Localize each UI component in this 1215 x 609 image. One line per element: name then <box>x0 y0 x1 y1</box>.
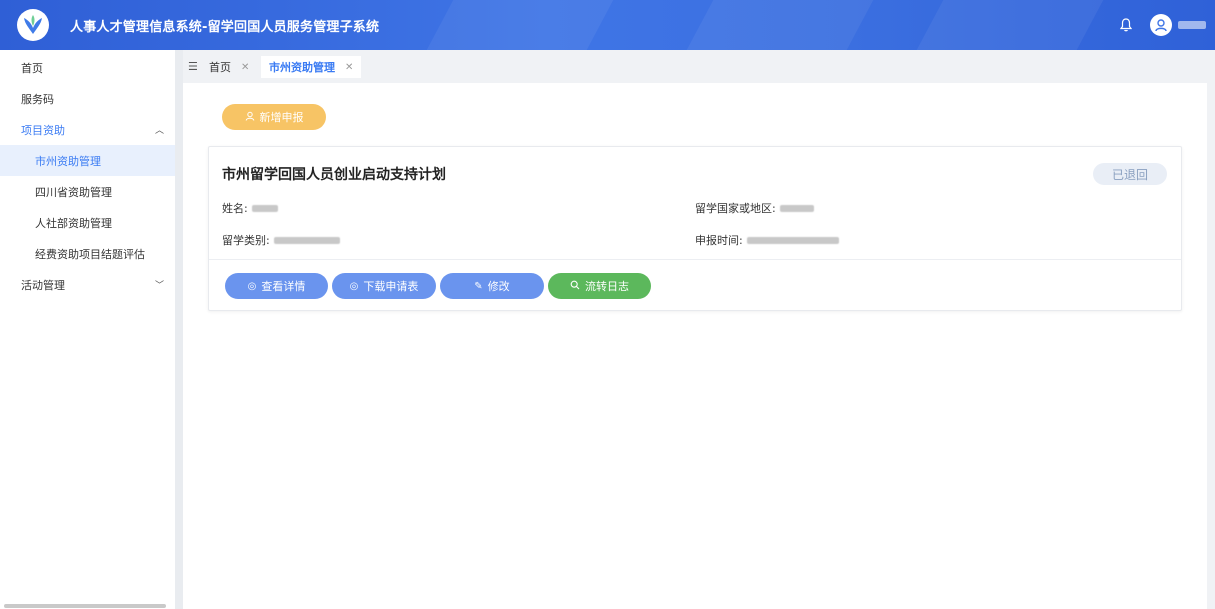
flow-log-button[interactable]: 流转日志 <box>548 273 651 299</box>
tab-label: 首页 <box>209 61 231 74</box>
sidebar-item-province-funding[interactable]: 四川省资助管理 <box>0 176 175 207</box>
eye-icon: ◎ <box>247 280 257 292</box>
study-type-label: 留学类别: <box>222 234 270 247</box>
main-content: 新增申报 市州留学回国人员创业启动支持计划 已退回 姓名: 留学国家或地区: 留… <box>183 83 1207 609</box>
top-header: 人事人才管理信息系统-留学回国人员服务管理子系统 <box>0 0 1215 50</box>
username[interactable] <box>1178 21 1206 29</box>
tab-bar: ☰ 首页 ✕ 市州资助管理 ✕ <box>183 50 1215 83</box>
chevron-down-icon: ﹀ <box>155 281 165 291</box>
tab-home[interactable]: 首页 ✕ <box>201 56 257 78</box>
card-title: 市州留学回国人员创业启动支持计划 <box>222 167 446 183</box>
sidebar-item-label: 服务码 <box>21 92 54 106</box>
country-field: 留学国家或地区: <box>695 200 814 216</box>
submit-time-field: 申报时间: <box>695 232 839 248</box>
sidebar-item-label: 四川省资助管理 <box>35 185 112 199</box>
sidebar-item-label: 经费资助项目结题评估 <box>35 247 145 261</box>
chevron-up-icon: ︿ <box>155 126 165 136</box>
download-form-label: 下载申请表 <box>363 280 419 293</box>
search-icon <box>570 280 580 293</box>
user-icon <box>245 111 255 124</box>
sidebar-item-service-code[interactable]: 服务码 <box>0 83 175 114</box>
view-details-button[interactable]: ◎ 查看详情 <box>225 273 328 299</box>
application-card: 市州留学回国人员创业启动支持计划 已退回 姓名: 留学国家或地区: 留学类别: … <box>208 146 1182 311</box>
status-badge: 已退回 <box>1093 163 1167 185</box>
view-details-label: 查看详情 <box>261 280 306 293</box>
tab-city-funding[interactable]: 市州资助管理 ✕ <box>261 56 362 78</box>
horizontal-scrollbar[interactable] <box>4 604 166 608</box>
country-value <box>779 204 814 212</box>
pencil-icon: ✎ <box>474 280 483 292</box>
submit-time-value <box>746 236 839 244</box>
sidebar: 首页 服务码 项目资助 ︿ 市州资助管理 四川省资助管理 人社部资助管理 经费资… <box>0 50 175 609</box>
edit-label: 修改 <box>487 280 510 293</box>
sidebar-item-activity[interactable]: 活动管理 ﹀ <box>0 269 175 300</box>
avatar[interactable] <box>1150 14 1172 36</box>
logo <box>17 9 49 41</box>
study-type-field: 留学类别: <box>222 232 340 248</box>
name-label: 姓名: <box>222 202 248 215</box>
collapse-menu-icon[interactable]: ☰ <box>188 60 198 73</box>
eye-icon: ◎ <box>349 280 359 292</box>
name-value <box>251 204 278 212</box>
flow-log-label: 流转日志 <box>585 280 629 293</box>
bell-icon[interactable] <box>1116 15 1136 35</box>
sidebar-item-city-funding[interactable]: 市州资助管理 <box>0 145 175 176</box>
new-application-label: 新增申报 <box>259 111 304 124</box>
card-divider <box>209 259 1181 260</box>
country-label: 留学国家或地区: <box>695 202 776 215</box>
close-icon[interactable]: ✕ <box>241 62 249 73</box>
sidebar-divider <box>175 50 183 609</box>
name-field: 姓名: <box>222 200 278 216</box>
app-title: 人事人才管理信息系统-留学回国人员服务管理子系统 <box>70 20 380 35</box>
sidebar-item-label: 市州资助管理 <box>35 154 101 168</box>
sidebar-item-ministry-funding[interactable]: 人社部资助管理 <box>0 207 175 238</box>
sidebar-item-label: 活动管理 <box>21 278 65 292</box>
tab-label: 市州资助管理 <box>269 61 335 74</box>
sidebar-item-home[interactable]: 首页 <box>0 52 175 83</box>
study-type-value <box>273 236 340 244</box>
new-application-button[interactable]: 新增申报 <box>222 104 326 130</box>
submit-time-label: 申报时间: <box>695 234 743 247</box>
download-form-button[interactable]: ◎ 下载申请表 <box>332 273 436 299</box>
sidebar-item-label: 首页 <box>21 61 43 75</box>
edit-button[interactable]: ✎ 修改 <box>440 273 544 299</box>
sidebar-item-project-funding[interactable]: 项目资助 ︿ <box>0 114 175 145</box>
sidebar-item-label: 人社部资助管理 <box>35 216 112 230</box>
sidebar-item-label: 项目资助 <box>21 123 65 137</box>
sidebar-item-project-evaluation[interactable]: 经费资助项目结题评估 <box>0 238 175 269</box>
close-icon[interactable]: ✕ <box>345 62 353 73</box>
